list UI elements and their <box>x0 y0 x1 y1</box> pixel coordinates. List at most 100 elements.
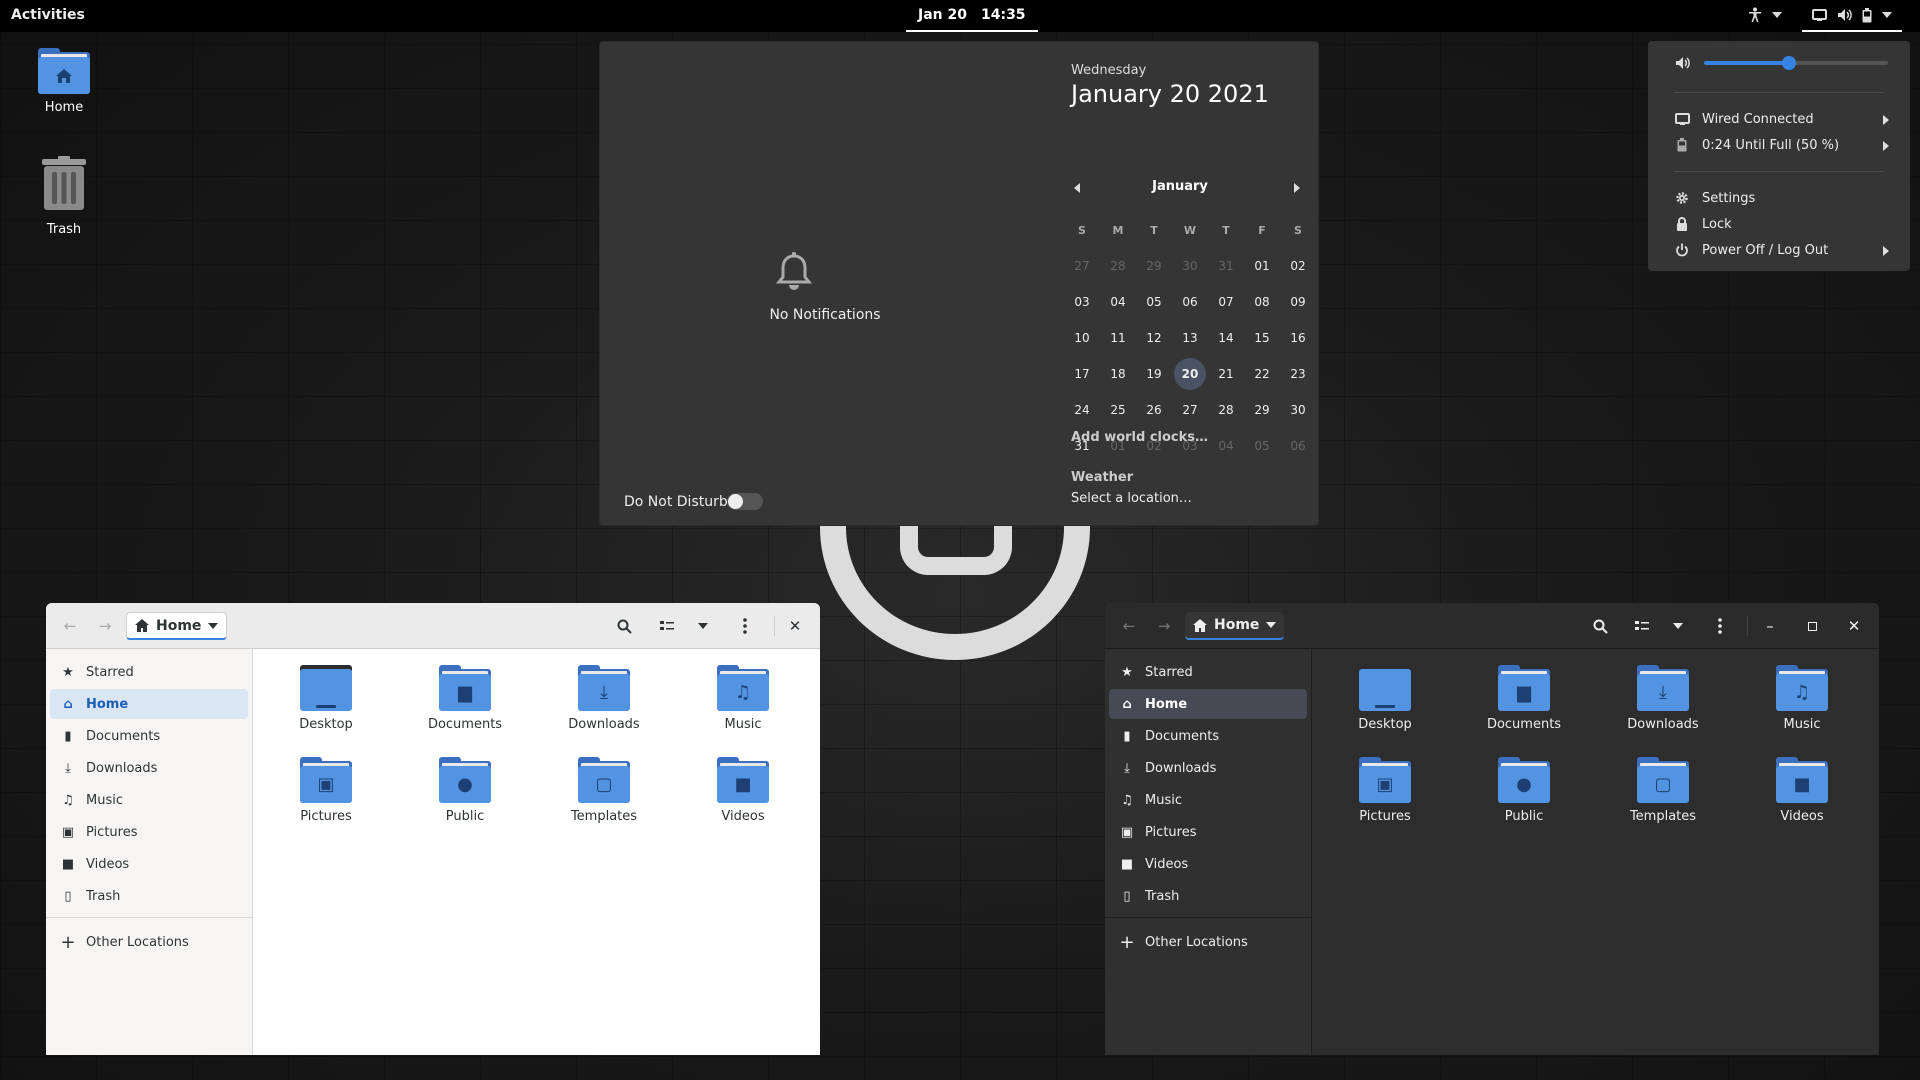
lock-item[interactable]: Lock <box>1674 216 1732 232</box>
sidebar-item-videos[interactable]: ■ Videos <box>50 849 248 879</box>
battery-item[interactable]: 0:24 Until Full (50 %) <box>1674 137 1894 153</box>
wired-connection-item[interactable]: Wired Connected <box>1674 111 1894 127</box>
calendar-day[interactable]: 18 <box>1100 356 1136 392</box>
calendar-day[interactable]: 22 <box>1244 356 1280 392</box>
calendar-day[interactable]: 06 <box>1280 428 1316 464</box>
folder-item-desktop[interactable]: Desktop <box>271 665 381 732</box>
calendar-day[interactable]: 30 <box>1280 392 1316 428</box>
volume-slider[interactable] <box>1704 56 1888 70</box>
view-options-button[interactable] <box>1666 614 1690 638</box>
close-button[interactable]: ✕ <box>1842 614 1866 638</box>
folder-item-videos[interactable]: ■ Videos <box>688 757 798 824</box>
back-button[interactable]: ← <box>1117 614 1141 638</box>
sidebar-item-music[interactable]: ♫ Music <box>1109 785 1307 815</box>
sidebar-item-starred[interactable]: ★ Starred <box>1109 657 1307 687</box>
path-bar-home[interactable]: Home <box>1185 612 1285 640</box>
calendar-day[interactable]: 09 <box>1280 284 1316 320</box>
accessibility-menu-button[interactable] <box>1748 7 1782 23</box>
sidebar-item-documents[interactable]: ▮ Documents <box>1109 721 1307 751</box>
calendar-day[interactable]: 28 <box>1100 248 1136 284</box>
forward-button[interactable]: → <box>1152 614 1176 638</box>
calendar-day[interactable]: 04 <box>1100 284 1136 320</box>
folder-item-templates[interactable]: ▢ Templates <box>1608 757 1718 824</box>
calendar-day[interactable]: 05 <box>1244 428 1280 464</box>
clock-button[interactable]: Jan 20 14:35 <box>906 0 1038 32</box>
calendar-day[interactable]: 25 <box>1100 392 1136 428</box>
folder-item-templates[interactable]: ▢ Templates <box>549 757 659 824</box>
do-not-disturb-toggle[interactable] <box>727 493 763 510</box>
weather-location-button[interactable]: Select a location… <box>1071 491 1192 506</box>
settings-item[interactable]: Settings <box>1674 190 1755 206</box>
calendar-day[interactable]: 31 <box>1208 248 1244 284</box>
calendar-day[interactable]: 29 <box>1244 392 1280 428</box>
calendar-day[interactable]: 28 <box>1208 392 1244 428</box>
minimize-button[interactable]: – <box>1758 614 1782 638</box>
calendar-day[interactable]: 04 <box>1208 428 1244 464</box>
calendar-day[interactable]: 14 <box>1208 320 1244 356</box>
folder-item-public[interactable]: ● Public <box>410 757 520 824</box>
sidebar-item-music[interactable]: ♫ Music <box>50 785 248 815</box>
sidebar-item-downloads[interactable]: ⤓ Downloads <box>50 753 248 783</box>
calendar-day[interactable]: 10 <box>1064 320 1100 356</box>
calendar-day[interactable]: 17 <box>1064 356 1100 392</box>
calendar-day[interactable]: 07 <box>1208 284 1244 320</box>
folder-item-music[interactable]: ♫ Music <box>688 665 798 732</box>
menu-button[interactable] <box>733 614 757 638</box>
calendar-day[interactable]: 11 <box>1100 320 1136 356</box>
folder-item-downloads[interactable]: ⤓ Downloads <box>549 665 659 732</box>
folder-item-documents[interactable]: ▆ Documents <box>1469 665 1579 732</box>
folder-item-desktop[interactable]: Desktop <box>1330 665 1440 732</box>
sidebar-item-home[interactable]: ⌂ Home <box>1109 689 1307 719</box>
calendar-day[interactable]: 12 <box>1136 320 1172 356</box>
calendar-day[interactable]: 05 <box>1136 284 1172 320</box>
path-bar-home[interactable]: Home <box>126 612 228 640</box>
sidebar-item-downloads[interactable]: ⤓ Downloads <box>1109 753 1307 783</box>
folder-item-pictures[interactable]: ▣ Pictures <box>271 757 381 824</box>
desktop-icon-trash[interactable]: Trash <box>19 156 109 237</box>
calendar-day[interactable]: 30 <box>1172 248 1208 284</box>
calendar-day[interactable]: 13 <box>1172 320 1208 356</box>
calendar-day[interactable]: 23 <box>1280 356 1316 392</box>
view-toggle-button[interactable] <box>655 614 679 638</box>
calendar-day[interactable]: 20 <box>1174 358 1206 390</box>
add-world-clocks-button[interactable]: Add world clocks… <box>1071 430 1208 445</box>
desktop-icon-home[interactable]: Home <box>19 48 109 115</box>
view-toggle-button[interactable] <box>1630 614 1654 638</box>
folder-item-videos[interactable]: ■ Videos <box>1747 757 1857 824</box>
calendar-day[interactable]: 26 <box>1136 392 1172 428</box>
system-menu-button[interactable] <box>1802 0 1902 32</box>
calendar-day[interactable]: 29 <box>1136 248 1172 284</box>
view-options-button[interactable] <box>691 614 715 638</box>
sidebar-item-other-locations[interactable]: + Other Locations <box>50 927 248 957</box>
sidebar-item-home[interactable]: ⌂ Home <box>50 689 248 719</box>
sidebar-item-trash[interactable]: ▯ Trash <box>1109 881 1307 911</box>
sidebar-item-trash[interactable]: ▯ Trash <box>50 881 248 911</box>
activities-button[interactable]: Activities <box>11 7 85 23</box>
folder-item-downloads[interactable]: ⤓ Downloads <box>1608 665 1718 732</box>
calendar-day[interactable]: 27 <box>1172 392 1208 428</box>
sidebar-item-pictures[interactable]: ▣ Pictures <box>1109 817 1307 847</box>
calendar-day[interactable]: 06 <box>1172 284 1208 320</box>
calendar-day[interactable]: 16 <box>1280 320 1316 356</box>
folder-item-public[interactable]: ● Public <box>1469 757 1579 824</box>
calendar-day[interactable]: 19 <box>1136 356 1172 392</box>
forward-button[interactable]: → <box>93 614 117 638</box>
calendar-full-date[interactable]: January 20 2021 <box>1071 80 1269 108</box>
close-button[interactable]: ✕ <box>783 614 807 638</box>
sidebar-item-videos[interactable]: ■ Videos <box>1109 849 1307 879</box>
sidebar-item-other-locations[interactable]: + Other Locations <box>1109 927 1307 957</box>
folder-item-music[interactable]: ♫ Music <box>1747 665 1857 732</box>
calendar-day[interactable]: 27 <box>1064 248 1100 284</box>
menu-button[interactable] <box>1708 614 1732 638</box>
search-button[interactable] <box>1588 614 1612 638</box>
folder-item-pictures[interactable]: ▣ Pictures <box>1330 757 1440 824</box>
maximize-button[interactable] <box>1800 614 1824 638</box>
calendar-day[interactable]: 02 <box>1280 248 1316 284</box>
next-month-button[interactable] <box>1294 183 1300 193</box>
volume-slider-handle[interactable] <box>1781 56 1796 70</box>
power-off-item[interactable]: Power Off / Log Out <box>1674 242 1894 258</box>
calendar-day[interactable]: 08 <box>1244 284 1280 320</box>
sidebar-item-starred[interactable]: ★ Starred <box>50 657 248 687</box>
back-button[interactable]: ← <box>58 614 82 638</box>
sidebar-item-documents[interactable]: ▮ Documents <box>50 721 248 751</box>
